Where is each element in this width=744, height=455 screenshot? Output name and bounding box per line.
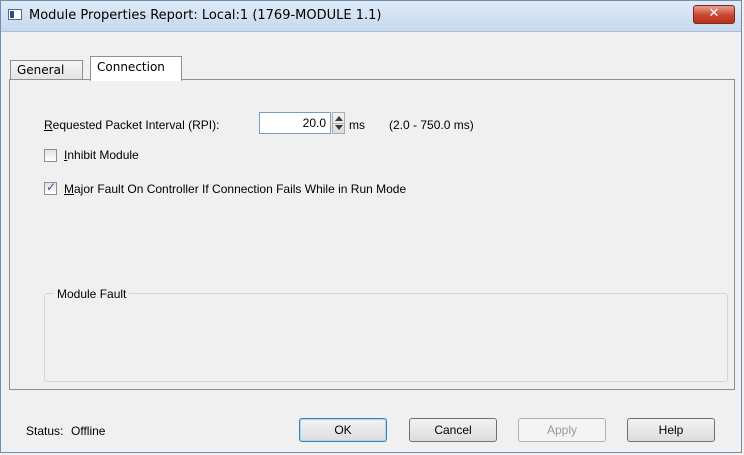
rpi-input[interactable] <box>259 112 331 134</box>
window-title: Module Properties Report: Local:1 (1769-… <box>29 8 382 23</box>
major-fault-label: Major Fault On Controller If Connection … <box>64 182 407 196</box>
inhibit-module-label: Inhibit Module <box>64 148 139 162</box>
help-button[interactable]: Help <box>627 418 715 442</box>
check-mark-icon: ✓ <box>46 180 57 194</box>
close-button[interactable]: ✕ <box>693 5 735 24</box>
major-fault-checkbox[interactable]: ✓ <box>44 180 57 195</box>
rpi-range: (2.0 - 750.0 ms) <box>389 118 474 132</box>
status-label: Status: <box>26 424 64 438</box>
cancel-button[interactable]: Cancel <box>409 418 497 442</box>
rpi-unit: ms <box>349 118 365 132</box>
rpi-spinner[interactable] <box>332 112 345 134</box>
tab-connection[interactable]: Connection <box>90 56 182 81</box>
module-fault-legend: Module Fault <box>54 287 130 301</box>
spin-down-icon[interactable] <box>335 125 343 130</box>
app-window-icon <box>8 9 22 20</box>
ok-button[interactable]: OK <box>299 418 387 442</box>
apply-button[interactable]: Apply <box>518 418 606 442</box>
tab-general[interactable]: General <box>10 60 83 80</box>
module-fault-group <box>44 293 728 382</box>
spin-up-icon[interactable] <box>335 116 343 121</box>
inhibit-module-checkbox[interactable] <box>44 149 57 162</box>
rpi-label: Requested Packet Interval (RPI): <box>44 118 220 132</box>
status-value: Offline <box>71 424 106 438</box>
title-bar[interactable]: Module Properties Report: Local:1 (1769-… <box>1 1 741 32</box>
